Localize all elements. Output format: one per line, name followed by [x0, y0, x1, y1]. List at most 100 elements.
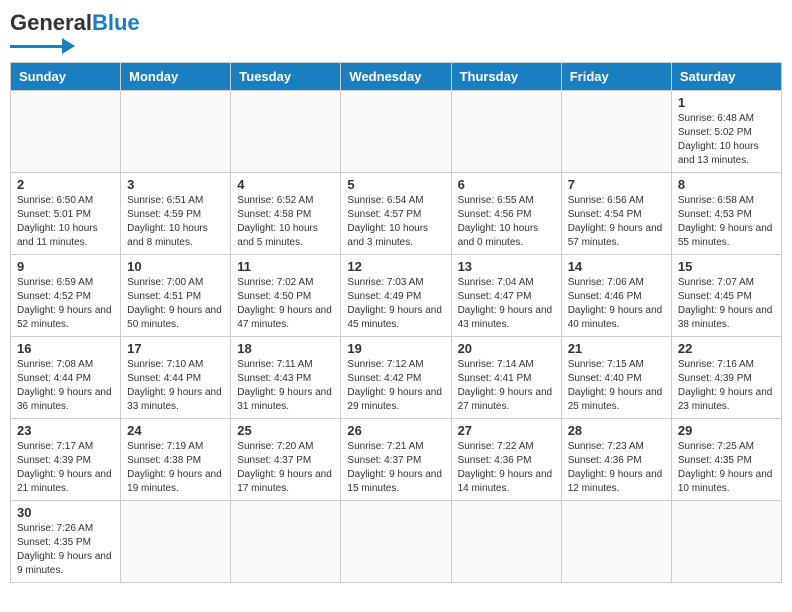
calendar-cell: 13 Sunrise: 7:04 AM Sunset: 4:47 PM Dayli…: [451, 255, 561, 337]
calendar-cell: 23 Sunrise: 7:17 AM Sunset: 4:39 PM Dayli…: [11, 419, 121, 501]
calendar-cell: [561, 91, 671, 173]
calendar-cell: 12 Sunrise: 7:03 AM Sunset: 4:49 PM Dayli…: [341, 255, 451, 337]
day-info: Sunrise: 6:55 AM Sunset: 4:56 PM Dayligh…: [458, 194, 555, 250]
day-info: Sunrise: 7:12 AM Sunset: 4:42 PM Dayligh…: [347, 358, 444, 414]
day-info: Sunrise: 7:07 AM Sunset: 4:45 PM Dayligh…: [678, 276, 775, 332]
logo-blue-text: Blue: [92, 10, 140, 36]
day-info: Sunrise: 7:21 AM Sunset: 4:37 PM Dayligh…: [347, 440, 444, 496]
calendar-cell: 30 Sunrise: 7:26 AM Sunset: 4:35 PM Dayli…: [11, 501, 121, 583]
calendar-cell: 25 Sunrise: 7:20 AM Sunset: 4:37 PM Dayli…: [231, 419, 341, 501]
day-info: Sunrise: 6:52 AM Sunset: 4:58 PM Dayligh…: [237, 194, 334, 250]
calendar-cell: 2 Sunrise: 6:50 AM Sunset: 5:01 PM Daylig…: [11, 173, 121, 255]
day-info: Sunrise: 6:54 AM Sunset: 4:57 PM Dayligh…: [347, 194, 444, 250]
day-info: Sunrise: 7:10 AM Sunset: 4:44 PM Dayligh…: [127, 358, 224, 414]
day-number: 26: [347, 423, 444, 438]
day-info: Sunrise: 6:56 AM Sunset: 4:54 PM Dayligh…: [568, 194, 665, 250]
day-info: Sunrise: 7:16 AM Sunset: 4:39 PM Dayligh…: [678, 358, 775, 414]
calendar-cell: 20 Sunrise: 7:14 AM Sunset: 4:41 PM Dayli…: [451, 337, 561, 419]
logo: General Blue: [10, 10, 140, 54]
calendar-cell: 4Sunrise: 6:52 AM Sunset: 4:58 PM Daylig…: [231, 173, 341, 255]
calendar-cell: 11Sunrise: 7:02 AM Sunset: 4:50 PM Dayli…: [231, 255, 341, 337]
day-number: 30: [17, 505, 114, 520]
calendar-cell: 16 Sunrise: 7:08 AM Sunset: 4:44 PM Dayli…: [11, 337, 121, 419]
day-number: 21: [568, 341, 665, 356]
day-info: Sunrise: 7:15 AM Sunset: 4:40 PM Dayligh…: [568, 358, 665, 414]
calendar-cell: [11, 91, 121, 173]
calendar-cell: 22 Sunrise: 7:16 AM Sunset: 4:39 PM Dayli…: [671, 337, 781, 419]
day-info: Sunrise: 7:04 AM Sunset: 4:47 PM Dayligh…: [458, 276, 555, 332]
day-number: 29: [678, 423, 775, 438]
calendar-cell: 18 Sunrise: 7:11 AM Sunset: 4:43 PM Dayli…: [231, 337, 341, 419]
calendar-cell: 26 Sunrise: 7:21 AM Sunset: 4:37 PM Dayli…: [341, 419, 451, 501]
day-number: 5: [347, 177, 444, 192]
day-info: Sunrise: 7:00 AM Sunset: 4:51 PM Dayligh…: [127, 276, 224, 332]
calendar-cell: 14 Sunrise: 7:06 AM Sunset: 4:46 PM Dayli…: [561, 255, 671, 337]
day-number: 25: [237, 423, 334, 438]
calendar-cell: 8 Sunrise: 6:58 AM Sunset: 4:53 PM Daylig…: [671, 173, 781, 255]
calendar-cell: [231, 91, 341, 173]
calendar-table: SundayMondayTuesdayWednesdayThursdayFrid…: [10, 62, 782, 583]
calendar-cell: 6Sunrise: 6:55 AM Sunset: 4:56 PM Daylig…: [451, 173, 561, 255]
day-info: Sunrise: 7:08 AM Sunset: 4:44 PM Dayligh…: [17, 358, 114, 414]
col-header-friday: Friday: [561, 63, 671, 91]
header: General Blue: [10, 10, 782, 54]
day-info: Sunrise: 6:58 AM Sunset: 4:53 PM Dayligh…: [678, 194, 775, 250]
calendar-cell: 5 Sunrise: 6:54 AM Sunset: 4:57 PM Daylig…: [341, 173, 451, 255]
day-info: Sunrise: 7:14 AM Sunset: 4:41 PM Dayligh…: [458, 358, 555, 414]
calendar-cell: 7 Sunrise: 6:56 AM Sunset: 4:54 PM Daylig…: [561, 173, 671, 255]
calendar-cell: [451, 91, 561, 173]
day-number: 7: [568, 177, 665, 192]
calendar-cell: 19Sunrise: 7:12 AM Sunset: 4:42 PM Dayli…: [341, 337, 451, 419]
day-info: Sunrise: 6:50 AM Sunset: 5:01 PM Dayligh…: [17, 194, 114, 250]
calendar-cell: 27Sunrise: 7:22 AM Sunset: 4:36 PM Dayli…: [451, 419, 561, 501]
calendar-cell: 21 Sunrise: 7:15 AM Sunset: 4:40 PM Dayli…: [561, 337, 671, 419]
calendar-cell: 17 Sunrise: 7:10 AM Sunset: 4:44 PM Dayli…: [121, 337, 231, 419]
calendar-cell: 15 Sunrise: 7:07 AM Sunset: 4:45 PM Dayli…: [671, 255, 781, 337]
day-info: Sunrise: 7:03 AM Sunset: 4:49 PM Dayligh…: [347, 276, 444, 332]
day-number: 14: [568, 259, 665, 274]
day-number: 17: [127, 341, 224, 356]
day-number: 18: [237, 341, 334, 356]
day-info: Sunrise: 7:11 AM Sunset: 4:43 PM Dayligh…: [237, 358, 334, 414]
day-info: Sunrise: 7:17 AM Sunset: 4:39 PM Dayligh…: [17, 440, 114, 496]
day-number: 8: [678, 177, 775, 192]
calendar-cell: [671, 501, 781, 583]
calendar-cell: [451, 501, 561, 583]
calendar-cell: [561, 501, 671, 583]
day-number: 10: [127, 259, 224, 274]
day-number: 15: [678, 259, 775, 274]
day-number: 20: [458, 341, 555, 356]
day-number: 1: [678, 95, 775, 110]
day-number: 13: [458, 259, 555, 274]
day-number: 28: [568, 423, 665, 438]
calendar-cell: [341, 91, 451, 173]
day-info: Sunrise: 7:23 AM Sunset: 4:36 PM Dayligh…: [568, 440, 665, 496]
day-number: 23: [17, 423, 114, 438]
day-info: Sunrise: 7:19 AM Sunset: 4:38 PM Dayligh…: [127, 440, 224, 496]
day-info: Sunrise: 7:26 AM Sunset: 4:35 PM Dayligh…: [17, 522, 114, 578]
day-number: 3: [127, 177, 224, 192]
calendar-page: General Blue SundayMondayTuesdayWednesda…: [10, 10, 782, 583]
calendar-cell: 3Sunrise: 6:51 AM Sunset: 4:59 PM Daylig…: [121, 173, 231, 255]
calendar-cell: [341, 501, 451, 583]
day-info: Sunrise: 7:02 AM Sunset: 4:50 PM Dayligh…: [237, 276, 334, 332]
day-info: Sunrise: 7:06 AM Sunset: 4:46 PM Dayligh…: [568, 276, 665, 332]
calendar-cell: 9Sunrise: 6:59 AM Sunset: 4:52 PM Daylig…: [11, 255, 121, 337]
day-number: 12: [347, 259, 444, 274]
day-number: 16: [17, 341, 114, 356]
calendar-cell: 28 Sunrise: 7:23 AM Sunset: 4:36 PM Dayli…: [561, 419, 671, 501]
day-info: Sunrise: 6:59 AM Sunset: 4:52 PM Dayligh…: [17, 276, 114, 332]
calendar-cell: 24 Sunrise: 7:19 AM Sunset: 4:38 PM Dayli…: [121, 419, 231, 501]
calendar-cell: [121, 501, 231, 583]
calendar-cell: [121, 91, 231, 173]
calendar-cell: 29 Sunrise: 7:25 AM Sunset: 4:35 PM Dayli…: [671, 419, 781, 501]
calendar-cell: 1Sunrise: 6:48 AM Sunset: 5:02 PM Daylig…: [671, 91, 781, 173]
day-number: 24: [127, 423, 224, 438]
day-number: 22: [678, 341, 775, 356]
day-info: Sunrise: 7:25 AM Sunset: 4:35 PM Dayligh…: [678, 440, 775, 496]
day-info: Sunrise: 7:20 AM Sunset: 4:37 PM Dayligh…: [237, 440, 334, 496]
day-number: 27: [458, 423, 555, 438]
col-header-wednesday: Wednesday: [341, 63, 451, 91]
logo-general-text: General: [10, 10, 92, 36]
day-number: 2: [17, 177, 114, 192]
